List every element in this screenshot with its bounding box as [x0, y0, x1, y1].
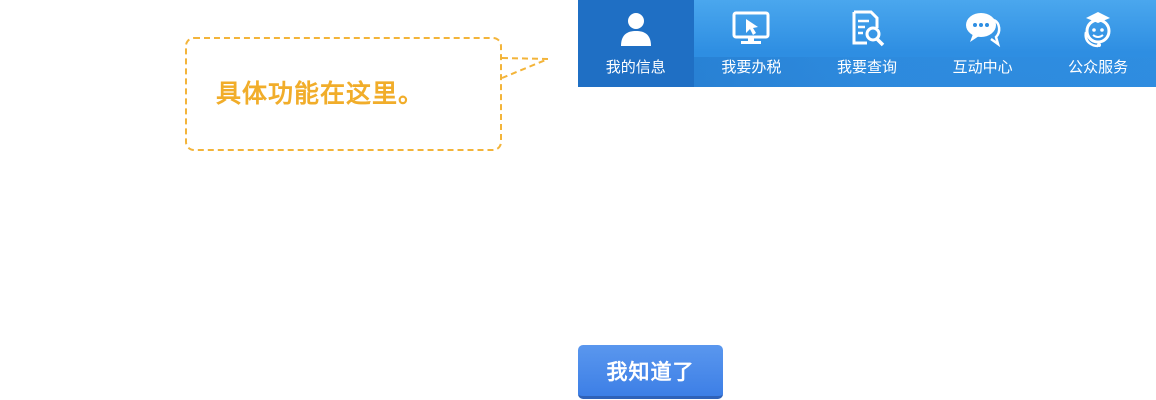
nav-label-tax-filing: 我要办税: [721, 58, 782, 76]
nav-label-query: 我要查询: [836, 58, 897, 76]
service-person-icon: [1084, 12, 1111, 48]
tooltip-tail: [501, 57, 549, 79]
got-it-button[interactable]: 我知道了: [578, 345, 723, 399]
chat-bubbles-icon: [965, 13, 1000, 48]
nav-item-my-info[interactable]: 我的信息: [578, 0, 694, 87]
nav-label-public-service: 公众服务: [1068, 58, 1129, 76]
monitor-cursor-icon: [732, 11, 770, 44]
nav-label-interaction: 互动中心: [952, 58, 1013, 76]
nav-item-interaction[interactable]: 互动中心: [925, 0, 1041, 87]
nav-item-tax-filing[interactable]: 我要办税: [694, 0, 810, 87]
main-nav: 我的信息 我要办税 我要查询 互动中心 公众服务: [578, 0, 1156, 87]
document-search-icon: [852, 10, 885, 47]
user-icon: [620, 13, 651, 46]
tooltip-text: 具体功能在这里。: [216, 79, 425, 108]
nav-item-public-service[interactable]: 公众服务: [1040, 0, 1156, 87]
nav-label-my-info: 我的信息: [605, 58, 666, 76]
nav-item-query[interactable]: 我要查询: [809, 0, 925, 87]
